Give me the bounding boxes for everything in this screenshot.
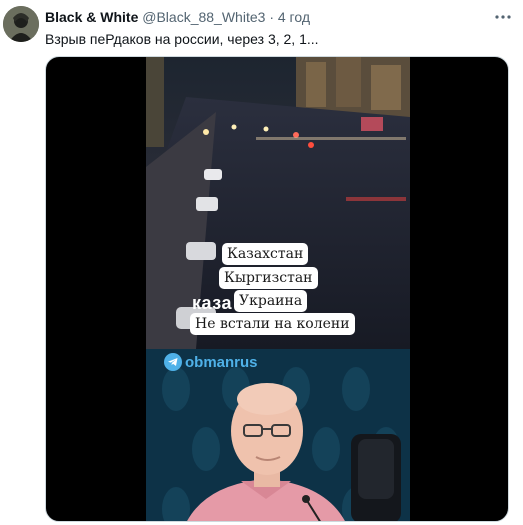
channel-watermark: obmanrus	[164, 353, 258, 371]
more-options-button[interactable]	[493, 8, 513, 26]
caption-ukraine: Украина	[234, 290, 308, 312]
caption-did-not-kneel: Не встали на колени	[190, 313, 355, 335]
video-lower-panel: obmanrus	[146, 349, 410, 521]
video-frame[interactable]: каза и на Казахстан Кыргизстан Украина Н…	[146, 57, 410, 521]
tweet-header: Black & White @Black_88_White3 · 4 год	[45, 9, 310, 26]
damask-wallpaper	[146, 349, 410, 521]
caption-kazakhstan: Казахстан	[222, 243, 309, 265]
user-handle[interactable]: @Black_88_White3	[142, 9, 265, 25]
display-name[interactable]: Black & White	[45, 9, 138, 25]
timestamp[interactable]: 4 год	[278, 9, 310, 25]
separator-dot: ·	[269, 9, 274, 25]
channel-name: obmanrus	[185, 353, 258, 371]
tweet-text: Взрыв пеРдаков на россии, через 3, 2, 1.…	[45, 31, 319, 47]
caption-kyrgyzstan: Кыргизстан	[219, 267, 318, 289]
avatar[interactable]	[3, 6, 39, 42]
more-horizontal-icon	[495, 15, 511, 19]
telegram-icon	[164, 353, 182, 371]
media-video[interactable]: каза и на Казахстан Кыргизстан Украина Н…	[45, 56, 509, 522]
